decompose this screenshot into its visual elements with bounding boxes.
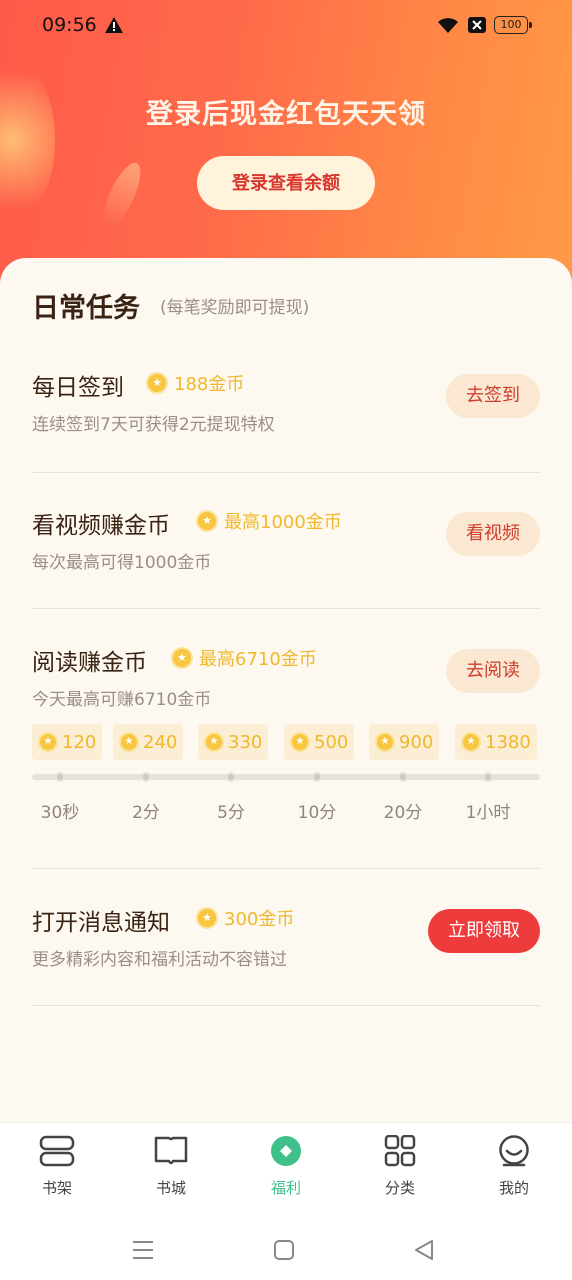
tab-welfare[interactable]: 福利 bbox=[246, 1135, 326, 1211]
tab-label: 我的 bbox=[498, 1179, 529, 1197]
no-sim-icon bbox=[468, 17, 486, 33]
milestone-time: 2分 bbox=[132, 803, 160, 823]
milestone-dot bbox=[55, 772, 65, 782]
hero-title: 登录后现金红包天天领 bbox=[146, 99, 426, 130]
task-reward-text: 300金币 bbox=[224, 909, 295, 930]
divider bbox=[32, 472, 540, 473]
milestone-reward: 900 bbox=[369, 724, 440, 760]
coin-icon bbox=[375, 732, 395, 752]
milestone-time: 10分 bbox=[297, 803, 337, 823]
milestone-coins: 500 bbox=[314, 731, 349, 753]
grid-icon bbox=[384, 1135, 416, 1167]
milestone-time: 5分 bbox=[217, 803, 245, 823]
section-title: 日常任务 bbox=[32, 293, 140, 324]
milestone-coins: 900 bbox=[399, 731, 434, 753]
task-reward: 300金币 bbox=[196, 905, 294, 931]
tab-label: 分类 bbox=[384, 1179, 415, 1197]
milestone-coins: 240 bbox=[143, 731, 178, 753]
milestone-dot bbox=[483, 772, 493, 782]
milestone-reward: 330 bbox=[198, 724, 269, 760]
home-icon[interactable] bbox=[270, 1236, 298, 1264]
task-reading: 阅读赚金币 最高6710金币 今天最高可赚6710金币 去阅读 bbox=[32, 643, 540, 713]
task-reward-text: 188金币 bbox=[174, 374, 245, 395]
section-subtitle: (每笔奖励即可提现) bbox=[160, 298, 310, 318]
menu-icon[interactable] bbox=[129, 1236, 157, 1264]
milestone-track bbox=[32, 774, 540, 780]
milestone-time: 30秒 bbox=[40, 803, 80, 823]
milestone-dot bbox=[226, 772, 236, 782]
task-watch-video: 看视频赚金币 最高1000金币 每次最高可得1000金币 看视频 bbox=[32, 506, 540, 576]
claim-now-button[interactable]: 立即领取 bbox=[428, 909, 540, 953]
milestone-reward: 500 bbox=[284, 724, 355, 760]
divider bbox=[32, 608, 540, 609]
task-reward: 188金币 bbox=[146, 370, 244, 396]
milestone-time: 20分 bbox=[383, 803, 423, 823]
milestone-reward: 1380 bbox=[455, 724, 537, 760]
decorative-glow bbox=[0, 55, 55, 225]
milestone-reward: 120 bbox=[32, 724, 103, 760]
checkin-button[interactable]: 去签到 bbox=[446, 374, 540, 418]
task-title: 阅读赚金币 bbox=[32, 650, 147, 676]
wifi-icon bbox=[438, 18, 458, 33]
task-reward-text: 最高1000金币 bbox=[224, 512, 342, 533]
divider bbox=[32, 1005, 540, 1006]
task-enable-notifications: 打开消息通知 300金币 更多精彩内容和福利活动不容错过 立即领取 bbox=[32, 903, 540, 973]
coin-icon bbox=[196, 510, 218, 532]
coin-icon bbox=[119, 732, 139, 752]
task-desc: 更多精彩内容和福利活动不容错过 bbox=[32, 950, 287, 970]
coin-icon bbox=[171, 647, 193, 669]
coin-icon bbox=[204, 732, 224, 752]
task-desc: 每次最高可得1000金币 bbox=[32, 553, 212, 573]
go-read-button[interactable]: 去阅读 bbox=[446, 649, 540, 693]
coin-icon bbox=[38, 732, 58, 752]
coin-icon bbox=[461, 732, 481, 752]
task-daily-checkin: 每日签到 188金币 连续签到7天可获得2元提现特权 去签到 bbox=[32, 368, 540, 438]
tab-category[interactable]: 分类 bbox=[360, 1135, 440, 1211]
reading-milestones: 120 30秒 240 2分 330 5分 500 10分 900 20分 13… bbox=[32, 724, 540, 834]
task-title: 打开消息通知 bbox=[32, 910, 170, 936]
milestone-coins: 1380 bbox=[485, 731, 531, 753]
task-reward-text: 最高6710金币 bbox=[199, 649, 317, 670]
task-desc: 连续签到7天可获得2元提现特权 bbox=[32, 415, 275, 435]
system-nav-bar bbox=[0, 1218, 572, 1280]
status-bar: 09:56 100 bbox=[0, 0, 572, 52]
tab-label: 书架 bbox=[41, 1179, 72, 1197]
tab-bookshelf[interactable]: 书架 bbox=[17, 1135, 97, 1211]
decorative-streak bbox=[96, 158, 148, 232]
coin-icon bbox=[290, 732, 310, 752]
back-icon[interactable] bbox=[410, 1236, 438, 1264]
task-reward: 最高1000金币 bbox=[196, 508, 342, 534]
battery-indicator: 100 bbox=[494, 16, 532, 34]
tab-bookstore[interactable]: 书城 bbox=[131, 1135, 211, 1211]
milestone-dot bbox=[141, 772, 151, 782]
task-reward: 最高6710金币 bbox=[171, 645, 317, 671]
login-view-balance-button[interactable]: 登录查看余额 bbox=[197, 156, 375, 210]
profile-icon bbox=[499, 1135, 529, 1167]
welfare-icon bbox=[271, 1136, 301, 1166]
coin-icon bbox=[196, 907, 218, 929]
milestone-coins: 330 bbox=[228, 731, 263, 753]
milestone-time: 1小时 bbox=[465, 803, 511, 823]
milestone-dot bbox=[312, 772, 322, 782]
tab-label: 福利 bbox=[270, 1179, 301, 1197]
milestone-dot bbox=[398, 772, 408, 782]
book-icon bbox=[154, 1136, 188, 1165]
status-time: 09:56 bbox=[42, 14, 97, 36]
watch-video-button[interactable]: 看视频 bbox=[446, 512, 540, 556]
task-desc: 今天最高可赚6710金币 bbox=[32, 690, 212, 710]
tab-profile[interactable]: 我的 bbox=[474, 1135, 554, 1211]
milestone-coins: 120 bbox=[62, 731, 97, 753]
milestone-reward: 240 bbox=[113, 724, 184, 760]
divider bbox=[32, 868, 540, 869]
task-title: 看视频赚金币 bbox=[32, 513, 170, 539]
daily-tasks-card: 日常任务 (每笔奖励即可提现) 每日签到 188金币 连续签到7天可获得2元提现… bbox=[0, 258, 572, 1122]
task-title: 每日签到 bbox=[32, 375, 124, 401]
coin-icon bbox=[146, 372, 168, 394]
warning-icon bbox=[105, 17, 123, 33]
tab-label: 书城 bbox=[155, 1179, 186, 1197]
bookshelf-icon bbox=[39, 1135, 75, 1167]
bottom-tab-bar: 书架 书城 福利 分类 我的 bbox=[0, 1122, 572, 1218]
